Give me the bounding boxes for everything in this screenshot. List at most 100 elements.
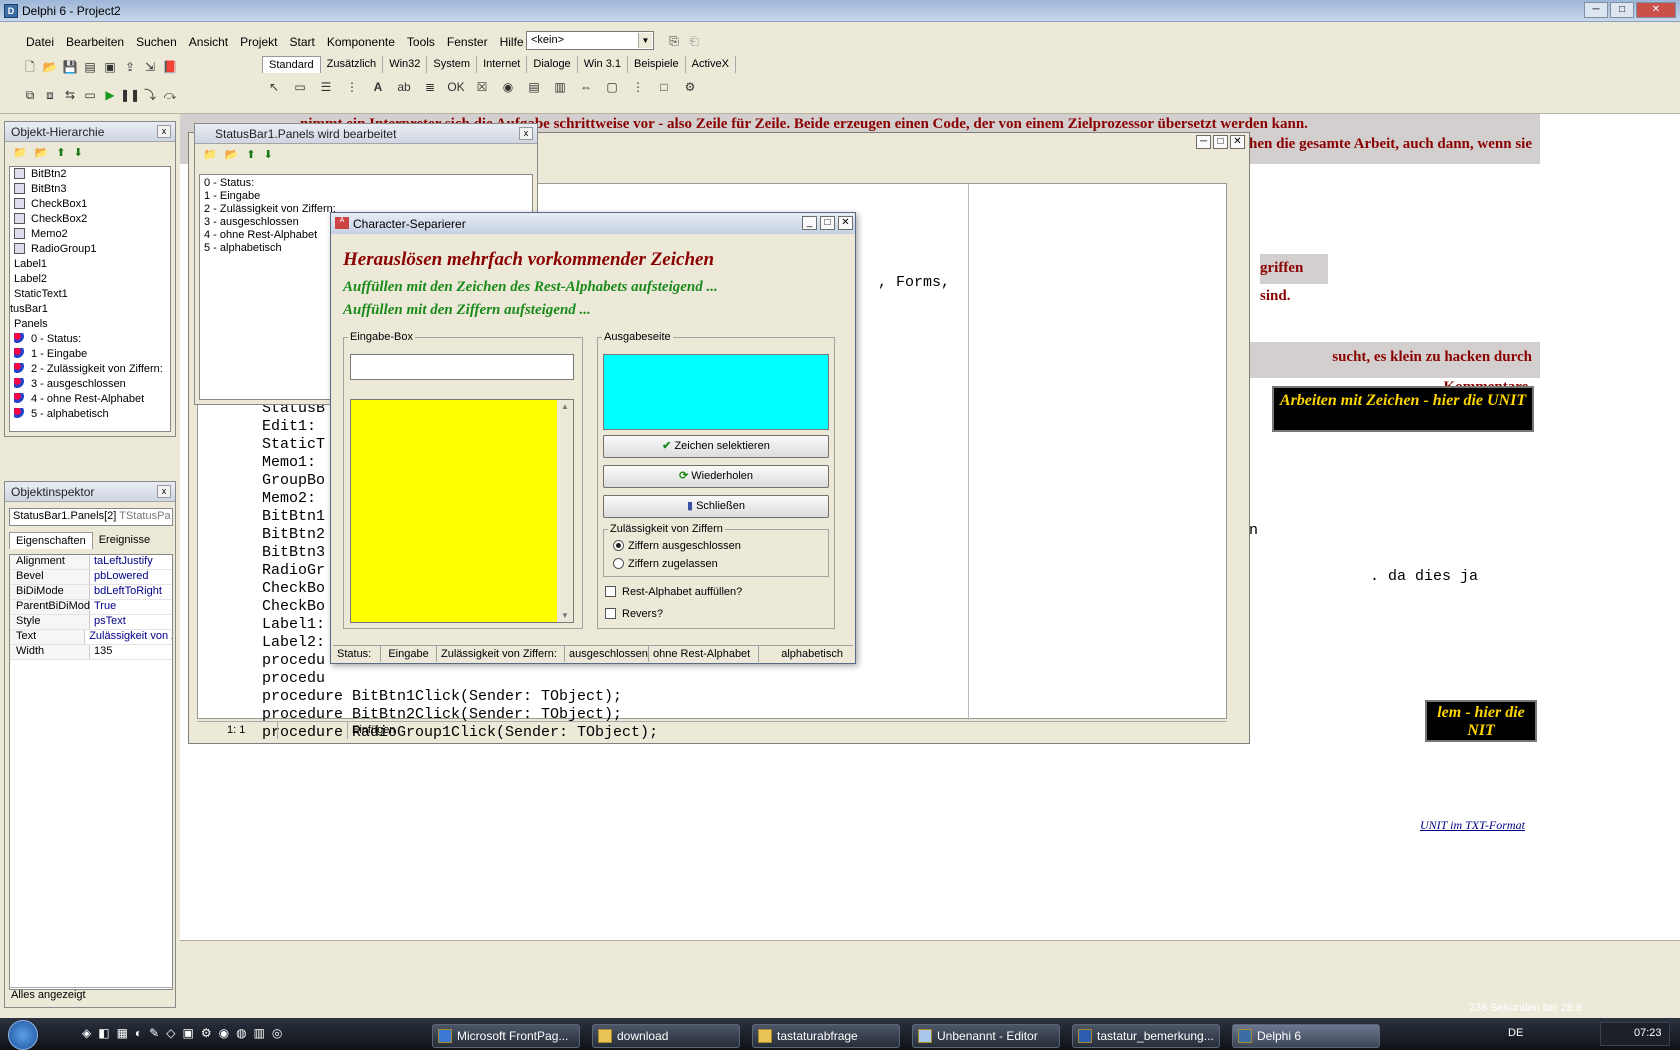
save-icon[interactable]: 💾 xyxy=(60,58,80,76)
start-button[interactable] xyxy=(8,1020,38,1050)
component-list-icon[interactable]: ⎘ xyxy=(664,32,684,50)
tab-zusaetzlich[interactable]: Zusätzlich xyxy=(321,56,384,73)
tree-item[interactable]: BitBtn3 xyxy=(10,182,170,197)
language-indicator[interactable]: DE xyxy=(1508,1027,1523,1039)
property-row[interactable]: Style psText xyxy=(10,615,172,630)
checkbox-icon[interactable]: ☒ xyxy=(472,78,492,96)
view-unit-icon[interactable]: ⧉ xyxy=(20,86,40,104)
open-icon[interactable]: 📂 xyxy=(40,58,60,76)
maximize-button[interactable]: □ xyxy=(1610,2,1634,18)
tree-item[interactable]: StaticText1 xyxy=(10,287,170,302)
quicklaunch-icon[interactable]: ▦ xyxy=(117,1026,128,1040)
pointer-icon[interactable]: ↖ xyxy=(264,78,284,96)
menu-item[interactable]: Projekt xyxy=(234,33,283,51)
frame-icon[interactable]: ▭ xyxy=(290,78,310,96)
tree-item[interactable]: Memo2 xyxy=(10,227,170,242)
popupmenu-icon[interactable]: ⋮ xyxy=(342,78,362,96)
tree-item[interactable]: BitBtn2 xyxy=(10,167,170,182)
close-button[interactable]: ✕ xyxy=(838,216,853,230)
tree-item[interactable]: 4 - ohne Rest-Alphabet xyxy=(10,392,170,407)
delete-icon[interactable]: 📂 xyxy=(225,148,239,161)
object-selector[interactable]: StatusBar1.Panels[2] TStatusPa xyxy=(9,508,173,526)
tab-internet[interactable]: Internet xyxy=(477,56,528,73)
minimize-button[interactable]: ─ xyxy=(1196,135,1211,149)
maximize-button[interactable]: □ xyxy=(820,216,835,230)
tree-item[interactable]: CheckBox2 xyxy=(10,212,170,227)
quicklaunch-icon[interactable]: ◧ xyxy=(98,1026,109,1040)
tree-item[interactable]: 2 - Zulässigkeit von Ziffern: xyxy=(10,362,170,377)
quicklaunch-icon[interactable]: ◉ xyxy=(219,1026,229,1040)
tree-item[interactable]: 1 - Eingabe xyxy=(10,347,170,362)
tab-dialoge[interactable]: Dialoge xyxy=(527,56,578,73)
checkbox-reverse[interactable]: Revers? xyxy=(605,608,663,620)
listbox-icon[interactable]: ▤ xyxy=(524,78,544,96)
menu-item[interactable]: Datei xyxy=(20,33,60,51)
property-row[interactable]: Bevel pbLowered xyxy=(10,570,172,585)
run-icon[interactable]: ▶ xyxy=(100,86,120,104)
quicklaunch-icon[interactable]: ▣ xyxy=(182,1026,193,1040)
add-icon[interactable]: 📁 xyxy=(13,146,27,159)
new-form-icon[interactable]: ▭ xyxy=(80,86,100,104)
scroll-down-icon[interactable]: ▼ xyxy=(558,611,572,620)
taskbar-item[interactable]: Unbenannt - Editor xyxy=(912,1024,1060,1048)
close-button[interactable]: ✕ xyxy=(1230,135,1245,149)
list-item[interactable]: 1 - Eingabe xyxy=(200,190,532,203)
pause-icon[interactable]: ❚❚ xyxy=(120,86,140,104)
property-row[interactable]: ParentBiDiMod True xyxy=(10,600,172,615)
menu-item[interactable]: Komponente xyxy=(321,33,401,51)
property-row[interactable]: BiDiMode bdLeftToRight xyxy=(10,585,172,600)
memo-icon[interactable]: ≣ xyxy=(420,78,440,96)
repeat-button[interactable]: ⟳ Wiederholen xyxy=(603,465,829,488)
scroll-up-icon[interactable]: ▲ xyxy=(558,402,572,411)
property-row[interactable]: Alignment taLeftJustify xyxy=(10,555,172,570)
tree-item[interactable]: Panels xyxy=(10,317,170,332)
step-over-icon[interactable]: ⤼ xyxy=(160,86,180,104)
edit-icon[interactable]: ab xyxy=(394,78,414,96)
memo-box[interactable]: ▲ ▼ xyxy=(350,399,574,623)
tree-item[interactable]: Label2 xyxy=(10,272,170,287)
close-dialog-button[interactable]: ▮ Schließen xyxy=(603,495,829,518)
button-icon[interactable]: OK xyxy=(446,78,466,96)
minimize-button[interactable]: _ xyxy=(802,216,817,230)
menu-item[interactable]: Ansicht xyxy=(183,33,234,51)
add-icon[interactable]: 📁 xyxy=(203,148,217,161)
taskbar-item[interactable]: Delphi 6 xyxy=(1232,1024,1380,1048)
tab-events[interactable]: Ereignisse xyxy=(93,532,156,549)
menu-item[interactable]: Bearbeiten xyxy=(60,33,130,51)
checkbox-rest-alphabet[interactable]: Rest-Alphabet auffüllen? xyxy=(605,586,742,598)
tab-activex[interactable]: ActiveX xyxy=(686,56,736,73)
minimize-button[interactable]: ─ xyxy=(1584,2,1608,18)
taskbar-item[interactable]: Microsoft FrontPag... xyxy=(432,1024,580,1048)
property-row[interactable]: Text Zulässigkeit von Z xyxy=(10,630,172,645)
delete-icon[interactable]: 📂 xyxy=(35,146,49,159)
tab-standard[interactable]: Standard xyxy=(262,56,321,73)
list-item[interactable]: 0 - Status: xyxy=(200,177,532,190)
move-up-icon[interactable]: ⬆ xyxy=(246,148,255,161)
quicklaunch-icon[interactable]: ◎ xyxy=(272,1026,282,1040)
radiobutton-icon[interactable]: ◉ xyxy=(498,78,518,96)
groupbox-icon[interactable]: ▢ xyxy=(602,78,622,96)
new-file-icon[interactable]: 🗋 xyxy=(20,58,40,76)
tab-system[interactable]: System xyxy=(427,56,478,73)
tree-item[interactable]: tusBar1 xyxy=(10,302,170,317)
close-icon[interactable]: x xyxy=(157,125,171,138)
scrollbar-icon[interactable]: ⇔ xyxy=(576,78,596,96)
tree-item[interactable]: 5 - alphabetisch xyxy=(10,407,170,422)
menu-item[interactable]: Start xyxy=(283,33,320,51)
quicklaunch-icon[interactable]: ✎ xyxy=(149,1026,159,1040)
component-combo[interactable]: <kein> ▼ xyxy=(526,31,654,50)
menu-item[interactable]: Suchen xyxy=(130,33,183,51)
radio-digits-allowed[interactable]: Ziffern zugelassen xyxy=(613,558,718,570)
remove-file-icon[interactable]: ⇲ xyxy=(140,58,160,76)
webpage-link[interactable]: UNIT im TXT-Format xyxy=(1420,818,1525,833)
input-field[interactable] xyxy=(350,354,574,380)
taskbar-item[interactable]: tastaturabfrage xyxy=(752,1024,900,1048)
select-chars-button[interactable]: ✔ Zeichen selektieren xyxy=(603,435,829,458)
maximize-button[interactable]: □ xyxy=(1213,135,1228,149)
taskbar-item[interactable]: download xyxy=(592,1024,740,1048)
quicklaunch-icon[interactable]: ⚙ xyxy=(201,1026,212,1040)
quicklaunch-icon[interactable]: ◈ xyxy=(82,1026,91,1040)
radio-digits-excluded[interactable]: Ziffern ausgeschlossen xyxy=(613,540,741,552)
label-icon[interactable]: A xyxy=(368,78,388,96)
toggle-form-icon[interactable]: ⇆ xyxy=(60,86,80,104)
